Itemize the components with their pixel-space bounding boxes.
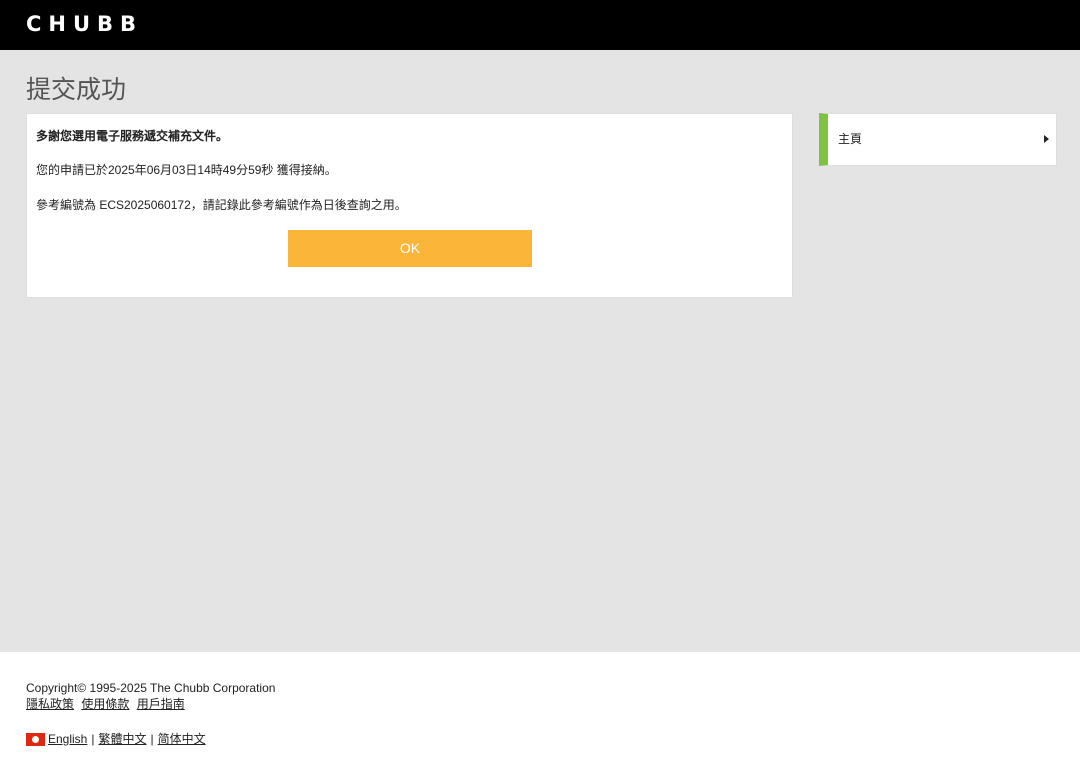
language-traditional-chinese-link[interactable]: 繁體中文 (98, 731, 146, 747)
page-title: 提交成功 (26, 76, 127, 104)
reference-number-message: 參考編號為 ECS2025060172，請記錄此參考編號作為日後查詢之用。 (36, 198, 407, 212)
sidebar-item-home[interactable]: 主頁 (819, 113, 1057, 166)
hong-kong-flag-icon (26, 732, 45, 746)
submission-time-message: 您的申請已於2025年06月03日14時49分59秒 獲得接納。 (36, 163, 337, 177)
separator: | (150, 732, 154, 746)
language-simplified-chinese-link[interactable]: 简体中文 (158, 731, 206, 747)
confirmation-card: 多謝您選用電子服務遞交補充文件。 您的申請已於2025年06月03日14時49分… (26, 113, 793, 298)
top-header: CHUBB (0, 0, 1080, 50)
footer: Copyright© 1995-2025 The Chubb Corporati… (0, 652, 1080, 776)
caret-right-icon (1044, 135, 1049, 143)
separator: | (91, 732, 95, 746)
chubb-logo[interactable]: CHUBB (26, 13, 143, 35)
copyright-text: Copyright© 1995-2025 The Chubb Corporati… (26, 681, 276, 695)
privacy-policy-link[interactable]: 隱私政策 (26, 697, 74, 711)
ok-button[interactable]: OK (288, 230, 532, 267)
terms-of-use-link[interactable]: 使用條款 (81, 697, 129, 711)
thank-you-message: 多謝您選用電子服務遞交補充文件。 (36, 129, 229, 143)
sidebar-item-label: 主頁 (838, 132, 863, 146)
user-guide-link[interactable]: 用戶指南 (137, 697, 185, 711)
language-selector: English | 繁體中文 | 简体中文 (26, 731, 206, 747)
language-english-link[interactable]: English (48, 731, 87, 747)
policy-links: 隱私政策 使用條款 用戶指南 (26, 696, 189, 712)
